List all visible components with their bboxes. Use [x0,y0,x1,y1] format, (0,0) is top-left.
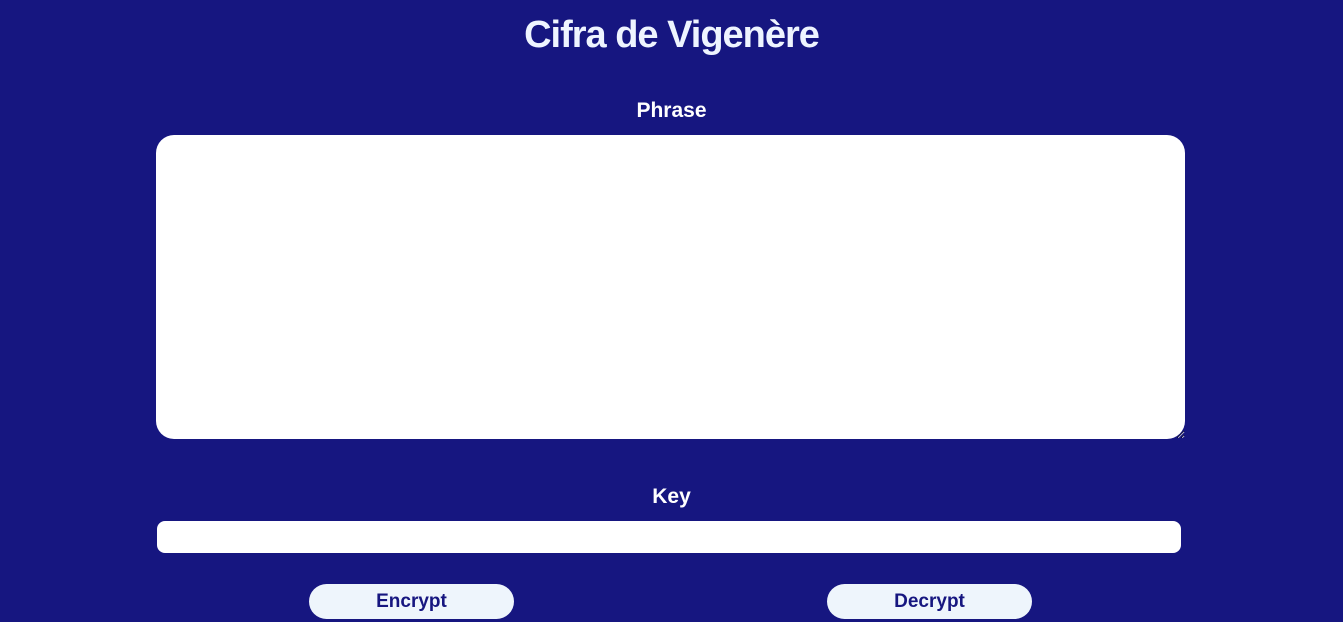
page-title: Cifra de Vigenère [524,14,820,56]
phrase-textarea[interactable] [156,135,1185,439]
phrase-label: Phrase [636,99,707,122]
key-label: Key [652,485,691,508]
key-input[interactable] [157,521,1181,553]
decrypt-button[interactable]: Decrypt [827,584,1032,619]
page: Cifra de Vigenère Phrase Key Encrypt Dec… [0,0,1343,622]
encrypt-button[interactable]: Encrypt [309,584,514,619]
